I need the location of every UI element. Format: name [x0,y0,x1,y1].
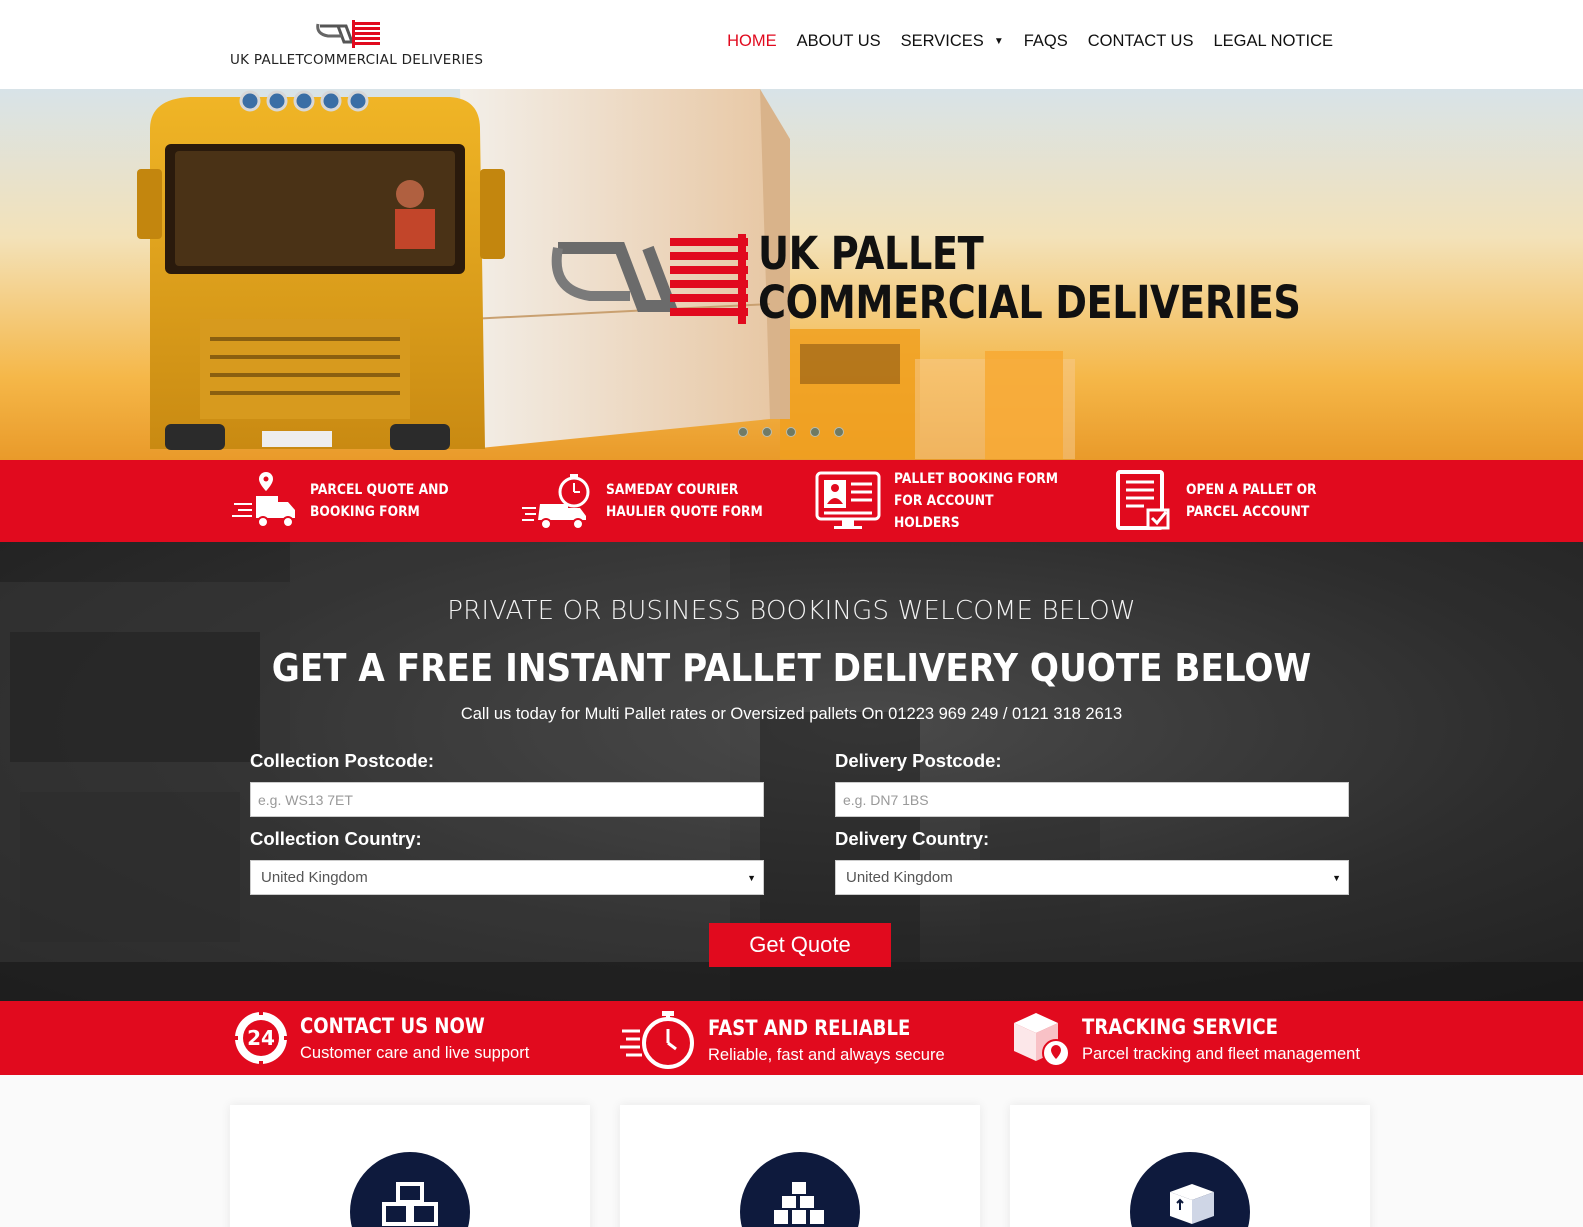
nav-faqs[interactable]: FAQS [1024,32,1068,51]
quick-links-bar: PARCEL QUOTE AND BOOKING FORM SAMEDAY CO… [0,460,1583,542]
features-bar: 24 CONTACT US NOW Customer care and live… [0,1001,1583,1075]
collection-postcode-input[interactable]: e.g. WS13 7ET [250,782,764,817]
quote-call-text: Call us today for Multi Pallet rates or … [460,705,1123,723]
service-card[interactable] [1010,1105,1370,1227]
select-arrow-icon: ▼ [1332,872,1341,883]
main-nav: HOME ABOUT US SERVICES ▼ FAQS CONTACT US … [727,32,1333,51]
delivery-postcode-label: Delivery Postcode: [835,750,1002,771]
pallet-box-icon [1170,1184,1214,1224]
logo-mark-icon [316,20,380,48]
delivery-truck-pin-icon [232,472,295,528]
hero-title-line2: COMMERCIAL DELIVERIES [758,276,1301,329]
stacked-boxes-icon [382,1182,438,1226]
site-header: UK PALLETCOMMERCIAL DELIVERIES HOME ABOU… [0,0,1583,89]
quick-link-label: PARCEL QUOTE AND BOOKING FORM [310,482,449,520]
nav-home[interactable]: HOME [727,32,777,51]
feature-desc: Customer care and live support [300,1043,530,1062]
slider-dots [738,427,844,437]
hero-logo-mark-icon [551,234,748,324]
24-hour-icon: 24 [232,1009,290,1067]
collection-country-select[interactable]: United Kingdom ▼ [250,860,764,895]
delivery-country-label: Delivery Country: [835,828,990,849]
service-card[interactable] [230,1105,590,1227]
svg-text:24: 24 [247,1026,275,1050]
card-icon-circle [350,1152,470,1227]
quote-section: PRIVATE OR BUSINESS BOOKINGS WELCOME BEL… [0,542,1583,1001]
select-arrow-icon: ▼ [747,872,756,883]
caret-down-icon: ▼ [993,36,1004,47]
slider-dot[interactable] [786,427,796,437]
get-quote-button[interactable]: Get Quote [709,923,891,967]
card-icon-circle [740,1152,860,1227]
pallet-stack-icon [774,1182,824,1224]
hero-title-line1: UK PALLET [758,227,984,280]
slider-dot[interactable] [810,427,820,437]
quote-title: GET A FREE INSTANT PALLET DELIVERY QUOTE… [271,646,1312,690]
quick-link-parcel-quote[interactable]: PARCEL QUOTE AND BOOKING FORM [230,470,500,532]
hero-title: UK PALLET COMMERCIAL DELIVERIES [758,229,1301,327]
delivery-country-value: United Kingdom [846,869,953,886]
slider-dot[interactable] [738,427,748,437]
feature-contact: 24 CONTACT US NOW Customer care and live… [232,1009,529,1067]
service-cards [0,1075,1583,1227]
nav-services[interactable]: SERVICES ▼ [901,32,1004,51]
box-location-icon [1014,1013,1070,1067]
collection-postcode-label: Collection Postcode: [250,750,434,771]
quick-link-open-account[interactable]: OPEN A PALLET OR PARCEL ACCOUNT [1114,470,1376,532]
feature-tracking: TRACKING SERVICE Parcel tracking and fle… [1010,1009,1360,1069]
feature-title: FAST AND RELIABLE [708,1015,911,1040]
feature-title: CONTACT US NOW [300,1013,485,1038]
document-check-icon [1116,470,1170,530]
nav-services-label: SERVICES [900,32,984,50]
nav-about-us[interactable]: ABOUT US [797,32,881,51]
delivery-country-select[interactable]: United Kingdom ▼ [835,860,1349,895]
collection-country-label: Collection Country: [250,828,422,849]
feature-desc: Reliable, fast and always secure [708,1045,945,1064]
feature-fast: FAST AND RELIABLE Reliable, fast and alw… [620,1009,945,1071]
nav-contact-us[interactable]: CONTACT US [1088,32,1194,51]
slider-dot[interactable] [762,427,772,437]
quick-link-sameday-courier[interactable]: SAMEDAY COURIER HAULIER QUOTE FORM [522,470,796,532]
logo-text: UK PALLETCOMMERCIAL DELIVERIES [230,52,484,68]
card-icon-circle [1130,1152,1250,1227]
quick-link-label: OPEN A PALLET OR PARCEL ACCOUNT [1186,482,1317,520]
collection-country-value: United Kingdom [261,869,368,886]
service-card[interactable] [620,1105,980,1227]
quote-subtitle: PRIVATE OR BUSINESS BOOKINGS WELCOME BEL… [447,596,1136,626]
quick-link-pallet-booking[interactable]: PALLET BOOKING FORM FOR ACCOUNT HOLDERS [814,470,1084,532]
hero-slider: UK PALLET COMMERCIAL DELIVERIES [0,89,1583,460]
nav-legal-notice[interactable]: LEGAL NOTICE [1213,32,1333,51]
quick-link-label: SAMEDAY COURIER HAULIER QUOTE FORM [606,482,763,520]
delivery-postcode-input[interactable]: e.g. DN7 1BS [835,782,1349,817]
feature-desc: Parcel tracking and fleet management [1082,1044,1360,1063]
slider-dot[interactable] [834,427,844,437]
fast-truck-clock-icon [522,474,590,530]
site-logo[interactable]: UK PALLETCOMMERCIAL DELIVERIES [230,18,500,74]
feature-title: TRACKING SERVICE [1082,1014,1278,1039]
stopwatch-icon [620,1011,694,1069]
account-monitor-icon [815,471,881,529]
quick-link-label: PALLET BOOKING FORM FOR ACCOUNT HOLDERS [894,471,1059,531]
